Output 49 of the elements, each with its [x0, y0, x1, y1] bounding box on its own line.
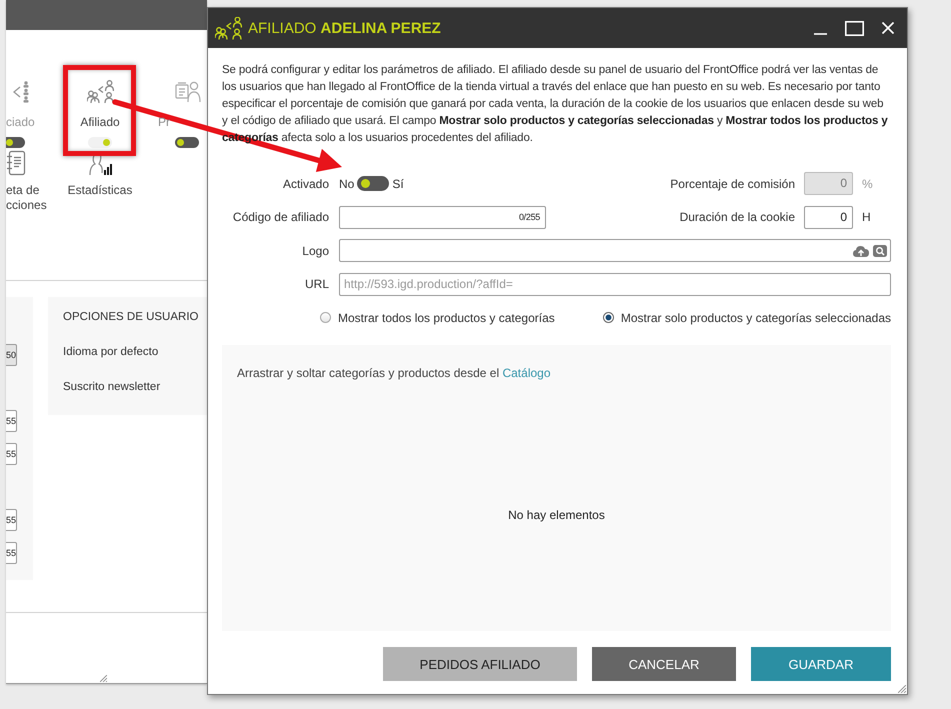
- search-icon[interactable]: [873, 244, 887, 257]
- number-input-field[interactable]: 55: [6, 410, 17, 432]
- option-label: Suscrito newsletter: [63, 380, 162, 395]
- field-label: Porcentaje de comisión: [670, 176, 796, 191]
- notebook-icon: [6, 150, 26, 176]
- toggle-switch[interactable]: [175, 137, 199, 148]
- section-title: OPCIONES DE USUARIO: [63, 310, 200, 325]
- field-label: URL: [304, 277, 330, 292]
- field-label: Activado: [282, 176, 330, 191]
- drop-hint-text: Arrastrar y soltar categorías y productos desde el Catálogo: [237, 366, 551, 381]
- number-input-field[interactable]: 55: [6, 509, 17, 531]
- number-input-field[interactable]: 55: [6, 443, 17, 465]
- field-label: Logo: [301, 244, 330, 258]
- module-label: eta de cciones: [6, 183, 48, 213]
- people-group-icon: [215, 16, 242, 40]
- toggle-off-label: No: [339, 176, 354, 191]
- cloud-upload-icon[interactable]: [853, 244, 869, 257]
- radio-label[interactable]: Mostrar todos los productos y categorías: [338, 310, 555, 325]
- people-group-icon: [86, 78, 114, 106]
- toggle-switch[interactable]: [88, 137, 112, 148]
- radio-label[interactable]: Mostrar solo productos y categorías seleccionadas: [620, 310, 891, 325]
- logo-input-field[interactable]: [339, 239, 891, 262]
- resize-grip-icon[interactable]: [898, 685, 906, 693]
- dialog-title: AFILIADO ADELINA PEREZ: [248, 20, 441, 36]
- option-label: Idioma por defecto: [63, 345, 160, 360]
- save-button[interactable]: GUARDAR: [751, 647, 891, 681]
- toggle-on-label: Sí: [392, 176, 404, 191]
- toggle-switch[interactable]: [357, 176, 390, 192]
- maximize-icon[interactable]: [845, 20, 864, 36]
- radio-button[interactable]: [602, 312, 614, 324]
- field-label: Código de afiliado: [232, 210, 330, 224]
- drop-area[interactable]: Arrastrar y soltar categorías y productos desde el Catálogo No hay elementos: [222, 345, 891, 631]
- orders-button[interactable]: PEDIDOS AFILIADO: [383, 647, 577, 681]
- close-icon[interactable]: [882, 22, 894, 34]
- module-label: Afiliado: [80, 114, 120, 130]
- number-input-field[interactable]: 0: [804, 206, 853, 229]
- unit-label: H: [861, 210, 872, 224]
- module-label: ciado: [6, 114, 35, 130]
- number-input-field[interactable]: 55: [6, 542, 17, 564]
- module-label: Estadísticas: [68, 183, 132, 198]
- code-input-field[interactable]: 0/255: [339, 206, 546, 229]
- module-label: Pr: [158, 114, 170, 130]
- field-label: Duración de la cookie: [680, 210, 796, 224]
- cancel-button[interactable]: CANCELAR: [592, 647, 736, 681]
- resize-grip-icon[interactable]: [100, 675, 107, 682]
- radio-button[interactable]: [320, 312, 331, 324]
- empty-message: No hay elementos: [508, 508, 605, 523]
- unit-label: %: [861, 176, 874, 191]
- toggle-switch[interactable]: [6, 137, 25, 148]
